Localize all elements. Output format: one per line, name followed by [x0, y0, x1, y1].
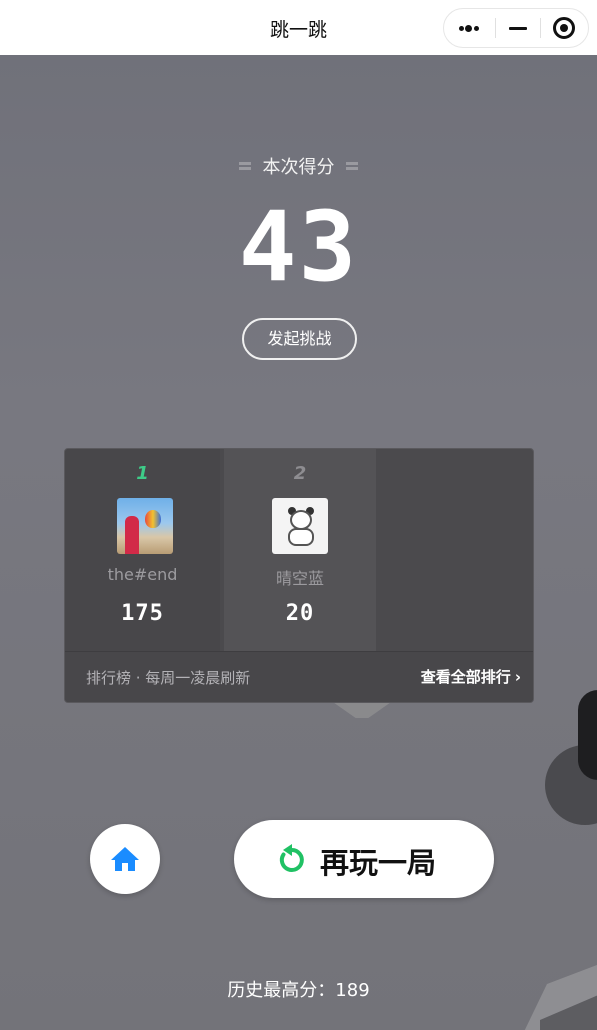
home-icon: [111, 847, 139, 871]
balloon-icon: [145, 510, 161, 528]
view-all-rankings-link[interactable]: 查看全部排行 ›: [421, 666, 521, 687]
chevron-right-icon: ›: [514, 668, 521, 686]
person-figure: [125, 516, 139, 554]
refresh-icon: [279, 844, 304, 872]
rank-number: 1: [136, 463, 149, 484]
leaderboard-card: 1 the#end 175 2 晴空蓝 20 排行榜 · 每周一凌晨刷新 查看全…: [64, 448, 534, 703]
minimize-button[interactable]: [496, 9, 540, 47]
home-button[interactable]: [90, 824, 160, 894]
avatar: [272, 498, 328, 554]
game-character-piece: [578, 690, 597, 780]
history-best-score: 历史最高分：189: [227, 980, 370, 1001]
equals-decoration-icon: [346, 161, 359, 171]
replay-label: 再玩一局: [320, 846, 437, 880]
panda-body: [288, 528, 314, 546]
avatar: [117, 498, 173, 554]
leaderboard-entry[interactable]: 2 晴空蓝 20: [224, 449, 376, 651]
leaderboard-note: 排行榜 · 每周一凌晨刷新: [86, 669, 251, 687]
player-score: 20: [285, 601, 315, 626]
player-score: 175: [121, 601, 164, 626]
current-score: 43: [238, 191, 359, 303]
more-dots-icon-right: [474, 26, 479, 31]
target-close-icon-core: [560, 24, 568, 32]
rank-number: 2: [293, 463, 307, 484]
player-name: the#end: [107, 565, 178, 584]
more-button[interactable]: [444, 9, 495, 47]
player-name: 晴空蓝: [275, 569, 324, 588]
leaderboard-footer: 排行榜 · 每周一凌晨刷新 查看全部排行 ›: [65, 651, 533, 702]
score-label: 本次得分: [262, 157, 335, 178]
leaderboard-entry[interactable]: 1 the#end 175: [65, 449, 220, 651]
more-dots-icon: [459, 26, 464, 31]
capsule-menu: [443, 8, 589, 48]
equals-decoration-icon: [238, 161, 251, 171]
score-label-row: 本次得分: [0, 153, 597, 179]
view-all-label: 查看全部排行: [420, 668, 511, 686]
more-dots-icon-center: [465, 25, 472, 32]
panda-head: [290, 510, 312, 530]
replay-button[interactable]: 再玩一局: [234, 820, 494, 898]
close-button[interactable]: [541, 9, 589, 47]
minimize-icon: [509, 27, 527, 30]
challenge-button[interactable]: 发起挑战: [242, 318, 357, 360]
top-navbar: 跳一跳: [0, 0, 597, 55]
